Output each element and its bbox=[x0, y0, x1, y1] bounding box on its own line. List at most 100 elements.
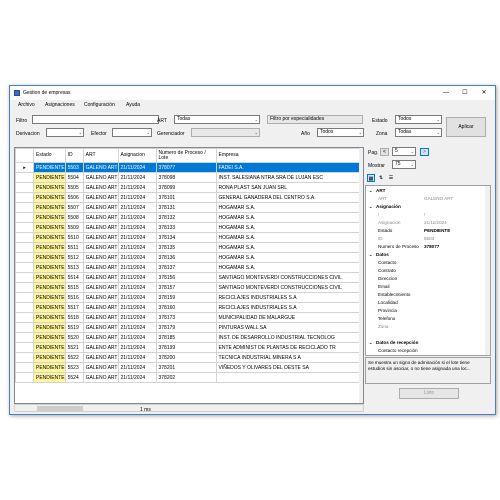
cell-asignacion[interactable]: 21/11/2024 bbox=[117, 182, 157, 193]
row-header[interactable] bbox=[15, 242, 34, 253]
cell-art[interactable]: GALENO ART bbox=[82, 202, 119, 213]
cell-art[interactable]: GALENO ART bbox=[82, 182, 119, 193]
cell-empresa[interactable] bbox=[215, 372, 363, 383]
table-row[interactable]: PENDIENTE 5511 GALENO ART 21/11/2024 378135 H… bbox=[15, 242, 363, 253]
table-row[interactable]: PENDIENTE 5519 GALENO ART 21/11/2024 378179 P… bbox=[15, 322, 363, 333]
cell-id[interactable]: 5519 bbox=[64, 322, 84, 333]
table-row[interactable]: PENDIENTE 5523 GALENO ART 21/11/2024 378201 V… bbox=[15, 362, 363, 373]
efector-select[interactable]: ⌄ bbox=[112, 128, 152, 137]
property-row[interactable]: ID 5503 bbox=[366, 236, 484, 244]
cell-numero-proceso[interactable]: 378156 bbox=[155, 272, 217, 283]
cell-numero-proceso[interactable]: 378136 bbox=[155, 252, 217, 263]
cell-art[interactable]: GALENO ART bbox=[82, 332, 119, 343]
minimize-button[interactable]: — bbox=[437, 88, 455, 98]
cell-asignacion[interactable]: 21/11/2024 bbox=[117, 332, 157, 343]
cell-id[interactable]: 5520 bbox=[64, 332, 84, 343]
cell-numero-proceso[interactable]: 378159 bbox=[155, 292, 217, 303]
cell-numero-proceso[interactable]: 378137 bbox=[155, 262, 217, 273]
cell-art[interactable]: GALENO ART bbox=[82, 372, 119, 383]
cell-numero-proceso[interactable]: 378099 bbox=[155, 182, 217, 193]
cell-art[interactable]: GALENO ART bbox=[82, 312, 119, 323]
cell-numero-proceso[interactable]: 378199 bbox=[155, 342, 217, 353]
table-row[interactable]: PENDIENTE 5520 GALENO ART 21/11/2024 378185 I… bbox=[15, 332, 363, 343]
row-header[interactable] bbox=[15, 372, 34, 383]
property-row[interactable]: Contacto recepción bbox=[366, 348, 484, 355]
properties-scrollbar[interactable] bbox=[485, 186, 490, 355]
table-row[interactable]: PENDIENTE 5506 GALENO ART 21/11/2024 378101 G… bbox=[15, 192, 363, 203]
property-row[interactable]: !! bbox=[366, 212, 484, 220]
property-row[interactable]: Establecimiento bbox=[366, 292, 484, 300]
cell-art[interactable]: GALENO ART bbox=[82, 282, 119, 293]
cell-asignacion[interactable]: 21/11/2024 bbox=[117, 232, 157, 243]
property-row[interactable]: Direccion bbox=[366, 276, 484, 284]
property-value[interactable]: 21/11/2024 bbox=[424, 220, 447, 225]
table-row[interactable]: PENDIENTE 5522 GALENO ART 21/11/2024 378200 T… bbox=[15, 352, 363, 363]
filtro-input[interactable] bbox=[32, 115, 159, 124]
property-row[interactable]: Contrato bbox=[366, 268, 484, 276]
cell-art[interactable]: GALENO ART bbox=[82, 322, 119, 333]
cell-id[interactable]: 5523 bbox=[64, 362, 84, 373]
cell-id[interactable]: 5509 bbox=[64, 222, 84, 233]
property-row[interactable]: Asignacion 21/11/2024 bbox=[366, 220, 484, 228]
table-row[interactable]: ▸ PENDIENTE 5503 GALENO ART 21/11/2024 378077… bbox=[15, 162, 363, 173]
cell-empresa[interactable]: HOGAMAR S.A. bbox=[215, 262, 363, 273]
property-row[interactable]: Contacto bbox=[366, 260, 484, 268]
cell-id[interactable]: 5505 bbox=[64, 182, 84, 193]
cell-asignacion[interactable]: 21/11/2024 bbox=[117, 372, 157, 383]
menu-archivo[interactable]: Archivo bbox=[18, 102, 35, 108]
cell-id[interactable]: 5511 bbox=[64, 242, 84, 253]
property-value[interactable]: 5503 bbox=[424, 236, 434, 241]
cell-numero-proceso[interactable]: 378135 bbox=[155, 242, 217, 253]
cell-art[interactable]: GALENO ART bbox=[82, 292, 119, 303]
column-header-art[interactable]: ART bbox=[82, 148, 119, 163]
table-row[interactable]: PENDIENTE 5508 GALENO ART 21/11/2024 378132 H… bbox=[15, 212, 363, 223]
cell-id[interactable]: 5506 bbox=[64, 192, 84, 203]
column-header-asignacion[interactable]: Asignacion bbox=[117, 148, 157, 163]
row-header[interactable] bbox=[15, 332, 34, 343]
cell-id[interactable]: 5518 bbox=[64, 312, 84, 323]
table-row[interactable]: PENDIENTE 5505 GALENO ART 21/11/2024 378099 R… bbox=[15, 182, 363, 193]
gerenciador-select[interactable]: ⌄ bbox=[191, 128, 260, 137]
property-row[interactable]: Email bbox=[366, 284, 484, 292]
table-row[interactable]: PENDIENTE 5512 GALENO ART 21/11/2024 378136 H… bbox=[15, 252, 363, 263]
cell-empresa[interactable]: RECICLAJES INDUSTRIALES S.A bbox=[215, 302, 363, 313]
cell-asignacion[interactable]: 21/11/2024 bbox=[117, 362, 157, 373]
cell-estado[interactable]: PENDIENTE bbox=[33, 292, 66, 303]
cell-estado[interactable]: PENDIENTE bbox=[33, 352, 66, 363]
category-art[interactable]: ⌄ ART bbox=[366, 188, 484, 196]
cell-estado[interactable]: PENDIENTE bbox=[33, 262, 66, 273]
table-row[interactable]: PENDIENTE 5513 GALENO ART 21/11/2024 378137 H… bbox=[15, 262, 363, 273]
maximize-button[interactable]: ☐ bbox=[456, 88, 474, 98]
cell-empresa[interactable]: HOGAMAR S.A. bbox=[215, 202, 363, 213]
table-row[interactable]: PENDIENTE 5509 GALENO ART 21/11/2024 378133 H… bbox=[15, 222, 363, 233]
cell-empresa[interactable]: INST. SALESIANA NTRA SRA DE LUJAN ESC bbox=[215, 172, 363, 183]
row-header[interactable] bbox=[15, 202, 34, 213]
table-row[interactable]: PENDIENTE 5510 GALENO ART 21/11/2024 378134 H… bbox=[15, 232, 363, 243]
cell-estado[interactable]: PENDIENTE bbox=[33, 372, 66, 383]
property-value[interactable]: ! bbox=[424, 212, 425, 217]
category-recepcion[interactable]: ⌄ Datos de recepción bbox=[366, 340, 484, 348]
row-header[interactable] bbox=[15, 212, 34, 223]
property-row[interactable]: Numero de Proceso 378077 bbox=[366, 244, 484, 252]
cell-estado[interactable]: PENDIENTE bbox=[33, 252, 66, 263]
cell-empresa[interactable]: PINTURAS WALL SA bbox=[215, 322, 363, 333]
property-value[interactable]: 378077 bbox=[424, 244, 439, 249]
row-header[interactable] bbox=[15, 262, 34, 273]
cell-id[interactable]: 5512 bbox=[64, 252, 84, 263]
cell-id[interactable]: 5515 bbox=[64, 282, 84, 293]
cell-asignacion[interactable]: 21/11/2024 bbox=[117, 202, 157, 213]
cell-estado[interactable]: PENDIENTE bbox=[33, 312, 66, 323]
cell-estado[interactable]: PENDIENTE bbox=[33, 182, 66, 193]
cell-estado[interactable]: PENDIENTE bbox=[33, 282, 66, 293]
row-header[interactable] bbox=[15, 312, 34, 323]
cell-estado[interactable]: PENDIENTE bbox=[33, 222, 66, 233]
table-row[interactable]: PENDIENTE 5516 GALENO ART 21/11/2024 378159 R… bbox=[15, 292, 363, 303]
companies-grid[interactable]: Estado ID ART Asignacion Numero de Proce… bbox=[14, 147, 364, 404]
grid-vertical-scrollbar[interactable] bbox=[359, 148, 363, 403]
table-row[interactable]: PENDIENTE 5507 GALENO ART 21/11/2024 378131 H… bbox=[15, 202, 363, 213]
cell-empresa[interactable]: SANTIAGO MONTEVERDI CONSTRUCCIONES CIVIL bbox=[215, 272, 363, 283]
row-header[interactable]: ▸ bbox=[15, 162, 34, 173]
cell-art[interactable]: GALENO ART bbox=[82, 262, 119, 273]
cell-empresa[interactable]: HOGAMAR S.A. bbox=[215, 252, 363, 263]
table-row[interactable]: PENDIENTE 5515 GALENO ART 21/11/2024 378157 S… bbox=[15, 282, 363, 293]
